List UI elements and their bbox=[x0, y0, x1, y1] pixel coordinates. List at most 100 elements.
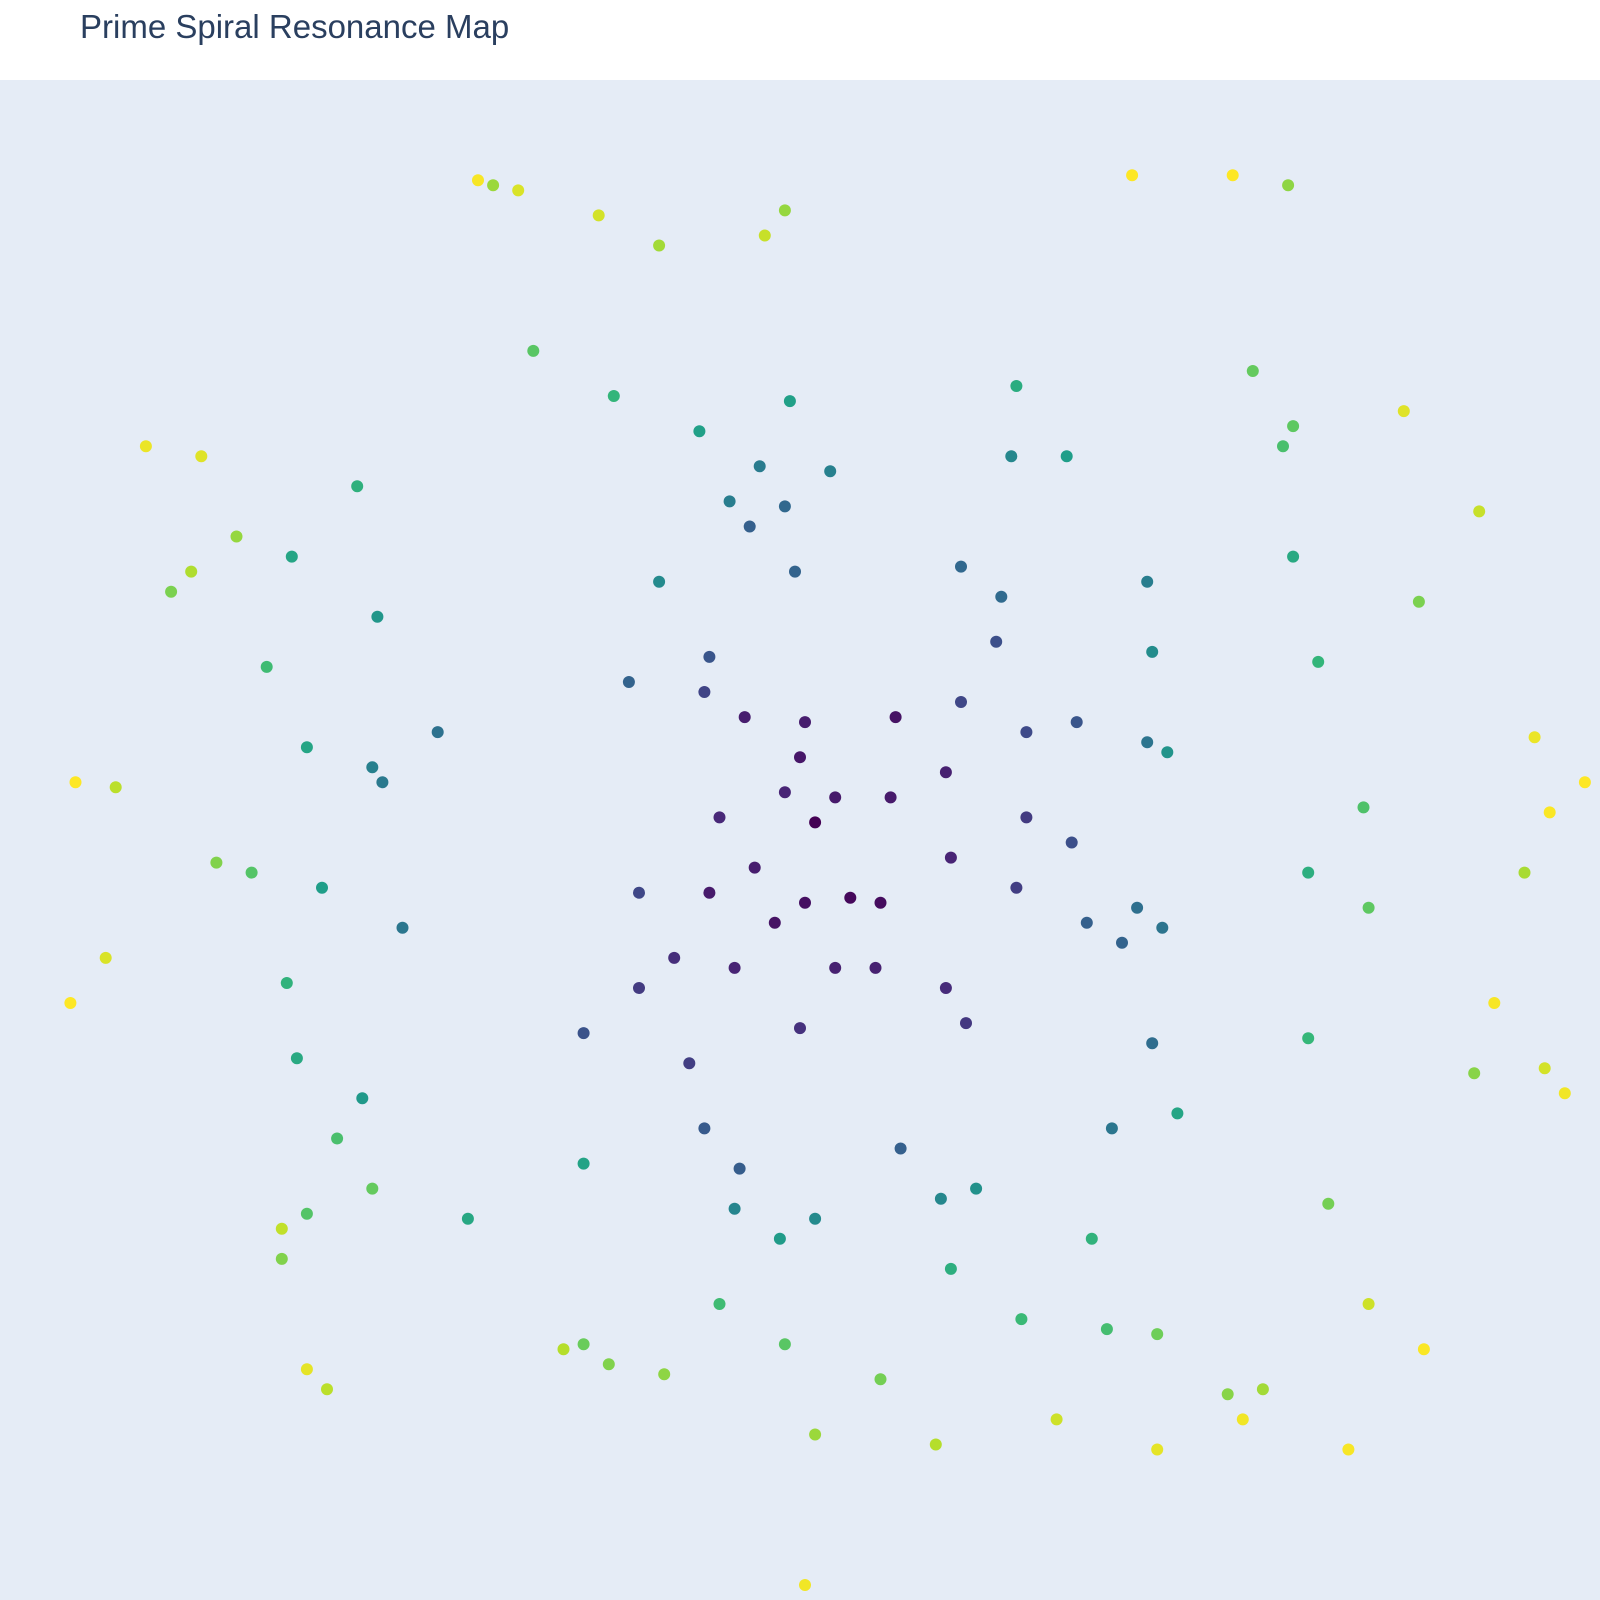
scatter-point[interactable] bbox=[577, 1157, 590, 1170]
scatter-point[interactable] bbox=[300, 1363, 313, 1376]
scatter-point[interactable] bbox=[889, 711, 902, 724]
scatter-point[interactable] bbox=[1518, 866, 1531, 879]
scatter-point[interactable] bbox=[1282, 179, 1295, 192]
scatter-point[interactable] bbox=[783, 395, 796, 408]
scatter-point[interactable] bbox=[1287, 420, 1300, 433]
scatter-plot[interactable] bbox=[0, 0, 1600, 1600]
scatter-point[interactable] bbox=[1256, 1383, 1269, 1396]
scatter-point[interactable] bbox=[1151, 1443, 1164, 1456]
scatter-point[interactable] bbox=[683, 1057, 696, 1070]
scatter-point[interactable] bbox=[768, 916, 781, 929]
scatter-point[interactable] bbox=[748, 861, 761, 874]
scatter-point[interactable] bbox=[653, 575, 666, 588]
scatter-point[interactable] bbox=[929, 1438, 942, 1451]
scatter-point[interactable] bbox=[285, 550, 298, 563]
scatter-point[interactable] bbox=[280, 977, 293, 989]
scatter-point[interactable] bbox=[1015, 1313, 1028, 1326]
scatter-point[interactable] bbox=[210, 856, 223, 869]
scatter-point[interactable] bbox=[316, 881, 328, 894]
scatter-point[interactable] bbox=[577, 1338, 590, 1351]
scatter-point[interactable] bbox=[934, 1192, 947, 1205]
scatter-point[interactable] bbox=[577, 1027, 590, 1040]
scatter-point[interactable] bbox=[944, 1262, 957, 1275]
scatter-point[interactable] bbox=[799, 1579, 811, 1591]
scatter-point[interactable] bbox=[487, 179, 500, 192]
scatter-point[interactable] bbox=[939, 766, 952, 779]
scatter-point[interactable] bbox=[1342, 1443, 1355, 1456]
scatter-point[interactable] bbox=[869, 961, 882, 974]
scatter-point[interactable] bbox=[592, 209, 605, 222]
scatter-point[interactable] bbox=[824, 465, 837, 478]
scatter-point[interactable] bbox=[1010, 881, 1023, 894]
scatter-point[interactable] bbox=[1116, 936, 1128, 949]
scatter-point[interactable] bbox=[461, 1212, 474, 1225]
scatter-point[interactable] bbox=[698, 686, 711, 698]
scatter-point[interactable] bbox=[778, 1338, 791, 1351]
scatter-point[interactable] bbox=[703, 650, 716, 663]
scatter-point[interactable] bbox=[1065, 836, 1078, 849]
scatter-point[interactable] bbox=[1151, 1328, 1164, 1341]
scatter-point[interactable] bbox=[874, 1373, 887, 1386]
scatter-point[interactable] bbox=[728, 1202, 741, 1215]
scatter-point[interactable] bbox=[743, 520, 756, 533]
scatter-point[interactable] bbox=[773, 1232, 786, 1245]
scatter-point[interactable] bbox=[1105, 1122, 1118, 1135]
scatter-point[interactable] bbox=[1070, 716, 1083, 729]
scatter-point[interactable] bbox=[653, 239, 666, 252]
scatter-point[interactable] bbox=[809, 1212, 822, 1225]
scatter-point[interactable] bbox=[557, 1343, 570, 1356]
scatter-point[interactable] bbox=[431, 726, 444, 739]
scatter-point[interactable] bbox=[69, 776, 82, 789]
scatter-point[interactable] bbox=[990, 635, 1003, 648]
scatter-point[interactable] bbox=[794, 1022, 806, 1035]
scatter-point[interactable] bbox=[1528, 731, 1541, 744]
scatter-point[interactable] bbox=[1226, 169, 1239, 182]
scatter-point[interactable] bbox=[1397, 405, 1410, 418]
scatter-point[interactable] bbox=[1141, 736, 1154, 749]
scatter-point[interactable] bbox=[1362, 901, 1375, 914]
scatter-point[interactable] bbox=[1010, 380, 1023, 392]
scatter-point[interactable] bbox=[275, 1222, 288, 1235]
scatter-point[interactable] bbox=[1085, 1232, 1098, 1245]
scatter-point[interactable] bbox=[165, 585, 178, 598]
scatter-point[interactable] bbox=[1473, 505, 1486, 518]
scatter-point[interactable] bbox=[1131, 901, 1144, 914]
scatter-point[interactable] bbox=[1538, 1062, 1551, 1075]
scatter-point[interactable] bbox=[778, 786, 791, 799]
scatter-point[interactable] bbox=[1362, 1298, 1375, 1310]
scatter-point[interactable] bbox=[356, 1092, 369, 1105]
scatter-point[interactable] bbox=[799, 716, 811, 729]
scatter-point[interactable] bbox=[1468, 1067, 1481, 1080]
scatter-point[interactable] bbox=[829, 961, 842, 974]
scatter-point[interactable] bbox=[1246, 365, 1259, 377]
scatter-point[interactable] bbox=[944, 851, 957, 864]
scatter-point[interactable] bbox=[1005, 450, 1018, 463]
scatter-point[interactable] bbox=[1080, 916, 1093, 929]
scatter-point[interactable] bbox=[1277, 440, 1289, 453]
scatter-point[interactable] bbox=[778, 500, 791, 513]
scatter-point[interactable] bbox=[1412, 595, 1425, 608]
scatter-point[interactable] bbox=[195, 450, 208, 463]
scatter-point[interactable] bbox=[607, 390, 620, 402]
scatter-point[interactable] bbox=[1126, 169, 1139, 182]
scatter-point[interactable] bbox=[955, 560, 967, 573]
scatter-point[interactable] bbox=[1146, 645, 1159, 658]
scatter-point[interactable] bbox=[472, 174, 484, 187]
scatter-point[interactable] bbox=[698, 1122, 711, 1135]
scatter-point[interactable] bbox=[1100, 1323, 1113, 1336]
scatter-point[interactable] bbox=[1156, 921, 1169, 934]
scatter-point[interactable] bbox=[778, 204, 791, 217]
scatter-point[interactable] bbox=[602, 1358, 615, 1371]
scatter-point[interactable] bbox=[713, 1298, 726, 1310]
scatter-point[interactable] bbox=[275, 1252, 288, 1265]
scatter-point[interactable] bbox=[1236, 1413, 1249, 1426]
scatter-point[interactable] bbox=[1050, 1413, 1063, 1426]
scatter-point[interactable] bbox=[874, 896, 887, 909]
scatter-point[interactable] bbox=[658, 1368, 671, 1381]
scatter-point[interactable] bbox=[939, 982, 952, 994]
scatter-point[interactable] bbox=[1312, 655, 1325, 668]
scatter-point[interactable] bbox=[1161, 746, 1174, 759]
scatter-point[interactable] bbox=[1020, 726, 1033, 739]
scatter-point[interactable] bbox=[789, 565, 801, 578]
scatter-point[interactable] bbox=[1488, 997, 1501, 1009]
